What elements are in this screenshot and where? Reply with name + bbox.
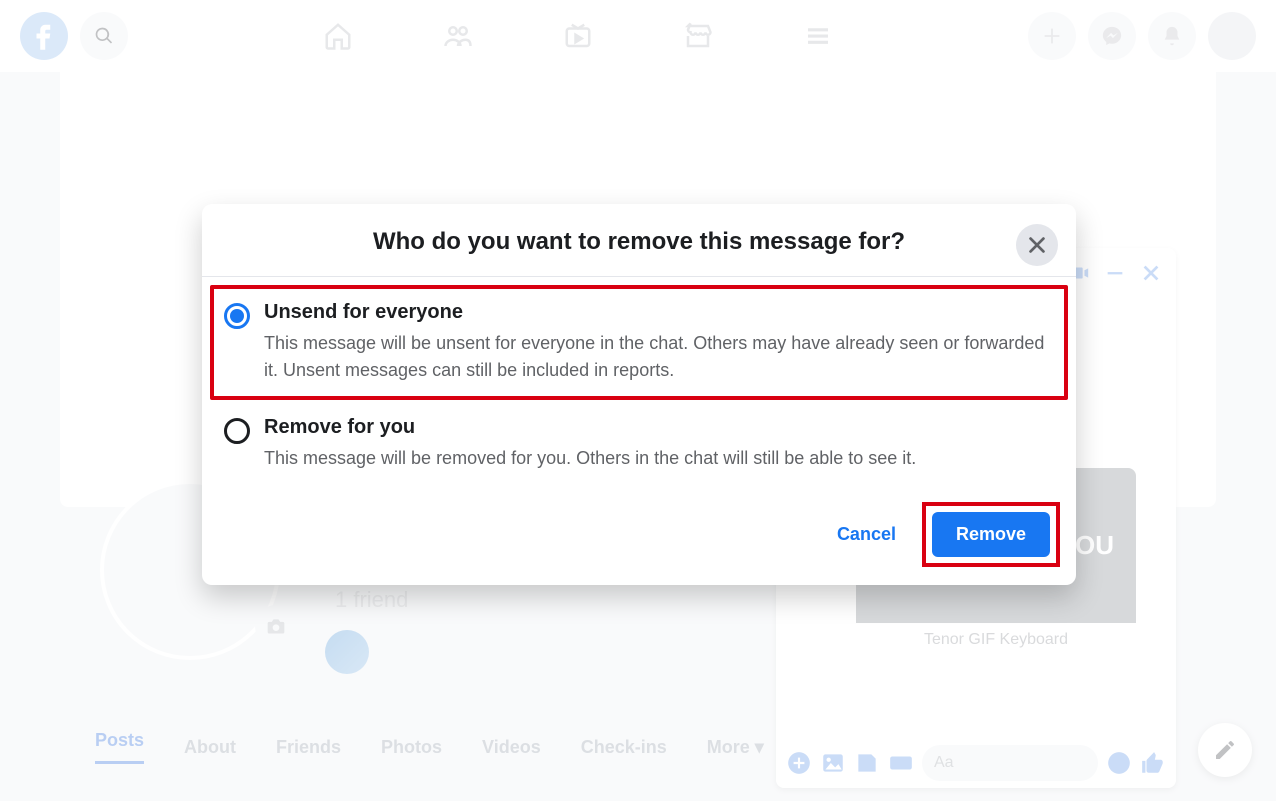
modal-header: Who do you want to remove this message f…: [202, 204, 1076, 277]
modal-options: Unsend for everyone This message will be…: [202, 277, 1076, 492]
modal-footer: Cancel Remove: [202, 492, 1076, 585]
option-remove-for-you[interactable]: Remove for you This message will be remo…: [210, 400, 1068, 488]
cancel-button[interactable]: Cancel: [819, 514, 914, 555]
option1-desc: This message will be unsent for everyone…: [264, 330, 1054, 384]
option1-title: Unsend for everyone: [264, 301, 1054, 324]
option2-desc: This message will be removed for you. Ot…: [264, 445, 1054, 472]
modal-title: Who do you want to remove this message f…: [230, 228, 1048, 256]
close-button[interactable]: [1016, 224, 1058, 266]
close-icon: [1026, 234, 1048, 256]
remove-button-highlight: Remove: [922, 502, 1060, 567]
radio-unselected[interactable]: [224, 418, 250, 444]
remove-message-modal: Who do you want to remove this message f…: [202, 204, 1076, 585]
radio-selected[interactable]: [224, 303, 250, 329]
option2-title: Remove for you: [264, 416, 1054, 439]
remove-button[interactable]: Remove: [932, 512, 1050, 557]
option-unsend-everyone[interactable]: Unsend for everyone This message will be…: [210, 285, 1068, 400]
